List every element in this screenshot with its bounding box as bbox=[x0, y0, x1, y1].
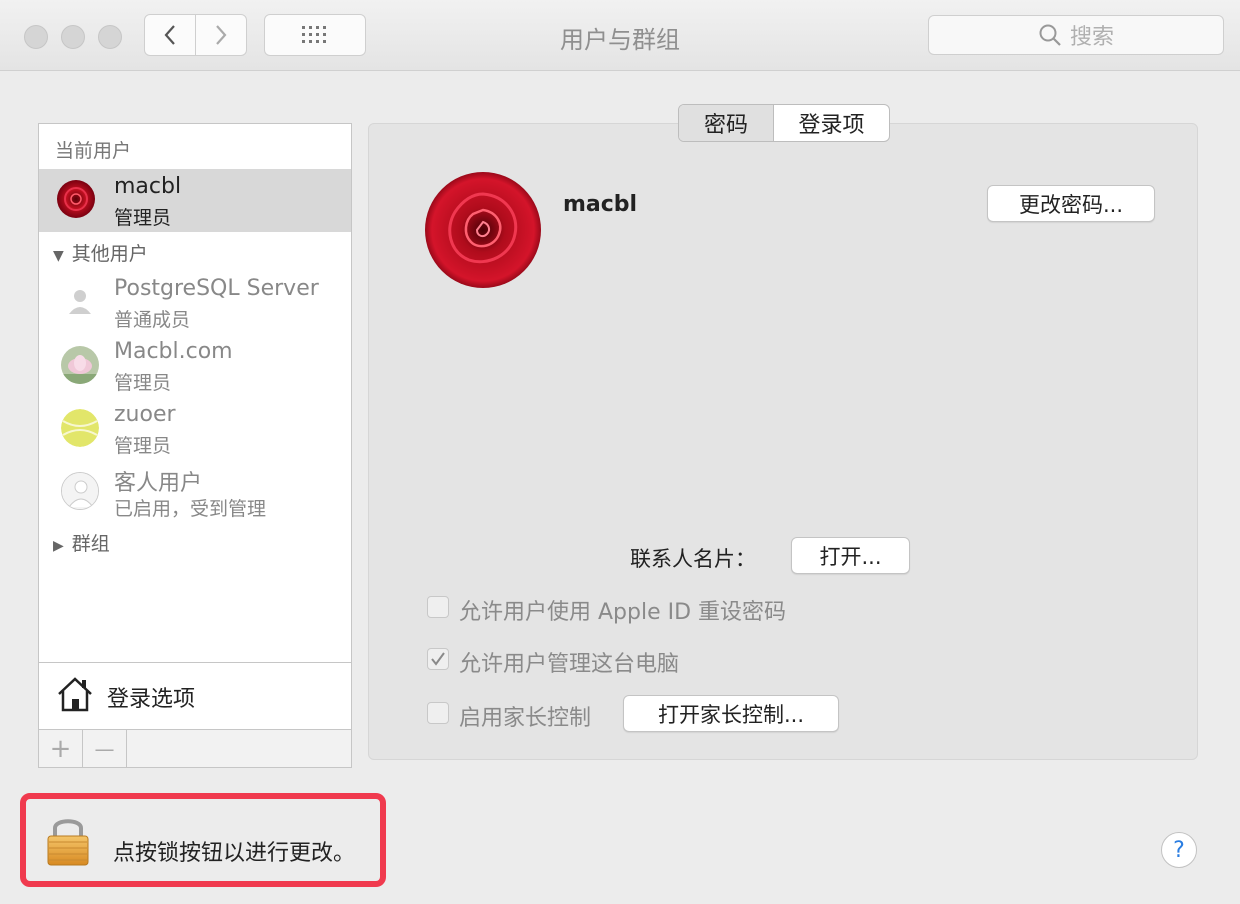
user-name: macbl bbox=[114, 174, 182, 199]
user-name: zuoer bbox=[114, 402, 176, 427]
add-user-button[interactable]: + bbox=[39, 730, 83, 767]
add-remove-bar: + — bbox=[38, 730, 352, 768]
triangle-down-icon: ▼ bbox=[53, 248, 64, 264]
other-users-label: 其他用户 bbox=[71, 243, 148, 265]
groups-header[interactable]: ▶ 群组 bbox=[53, 529, 110, 556]
user-row-macbl[interactable]: macbl 管理员 bbox=[39, 169, 351, 232]
current-users-header: 当前用户 bbox=[55, 140, 132, 162]
tab-password[interactable]: 密码 bbox=[679, 105, 774, 141]
guest-icon bbox=[61, 472, 99, 510]
tab-login-items[interactable]: 登录项 bbox=[774, 105, 889, 141]
user-row-guest[interactable]: 客人用户 已启用，受到管理 bbox=[39, 459, 351, 522]
change-password-button[interactable]: 更改密码... bbox=[987, 185, 1155, 222]
user-name: 客人用户 bbox=[114, 471, 203, 496]
search-placeholder: 搜索 bbox=[1069, 25, 1114, 50]
help-button[interactable]: ? bbox=[1161, 832, 1197, 868]
triangle-right-icon: ▶ bbox=[53, 538, 64, 554]
allow-appleid-reset-label: 允许用户使用 Apple ID 重设密码 bbox=[459, 600, 787, 625]
other-users-header[interactable]: ▼ 其他用户 bbox=[53, 239, 148, 266]
user-row-postgresql[interactable]: PostgreSQL Server 普通成员 bbox=[39, 270, 351, 333]
user-row-macbl-com[interactable]: Macbl.com 管理员 bbox=[39, 333, 351, 396]
contact-card-label: 联系人名片： bbox=[630, 547, 756, 571]
user-full-name: macbl bbox=[563, 192, 638, 217]
user-picture[interactable] bbox=[425, 172, 541, 288]
user-role: 管理员 bbox=[114, 372, 172, 394]
login-options-item[interactable]: 登录选项 bbox=[38, 662, 352, 730]
enable-parental-label: 启用家长控制 bbox=[459, 706, 592, 731]
search-icon bbox=[1039, 24, 1061, 46]
title-bar: 用户与群组 搜索 bbox=[0, 0, 1240, 71]
user-role: 已启用，受到管理 bbox=[114, 498, 267, 520]
allow-admin-label: 允许用户管理这台电脑 bbox=[459, 652, 680, 677]
open-contact-card-button[interactable]: 打开... bbox=[791, 537, 910, 574]
user-row-zuoer[interactable]: zuoer 管理员 bbox=[39, 396, 351, 459]
users-list: 当前用户 macbl 管理员 ▼ 其他用户 PostgreSQL Server 普… bbox=[38, 123, 352, 663]
user-role: 管理员 bbox=[114, 435, 172, 457]
tennis-ball-icon bbox=[61, 409, 99, 447]
checkmark-icon bbox=[431, 652, 445, 666]
allow-admin-checkbox[interactable] bbox=[427, 648, 449, 670]
groups-label: 群组 bbox=[71, 533, 110, 555]
tab-bar: 密码 登录项 bbox=[678, 104, 890, 142]
rose-avatar-icon bbox=[425, 172, 541, 288]
house-icon bbox=[58, 677, 92, 712]
lotus-icon bbox=[61, 346, 99, 384]
open-parental-controls-button[interactable]: 打开家长控制... bbox=[623, 695, 839, 732]
login-options-label: 登录选项 bbox=[107, 687, 196, 712]
user-role: 普通成员 bbox=[114, 309, 191, 331]
user-name: Macbl.com bbox=[114, 339, 233, 364]
remove-user-button[interactable]: — bbox=[83, 730, 127, 767]
lock-icon[interactable] bbox=[44, 813, 92, 867]
allow-appleid-reset-checkbox[interactable] bbox=[427, 596, 449, 618]
silhouette-icon bbox=[61, 282, 99, 320]
user-name: PostgreSQL Server bbox=[114, 276, 319, 301]
search-field[interactable]: 搜索 bbox=[928, 15, 1224, 55]
lock-hint-text: 点按锁按钮以进行更改。 bbox=[113, 841, 356, 866]
rose-avatar-icon bbox=[57, 180, 95, 218]
enable-parental-checkbox[interactable] bbox=[427, 702, 449, 724]
user-role: 管理员 bbox=[114, 207, 172, 229]
